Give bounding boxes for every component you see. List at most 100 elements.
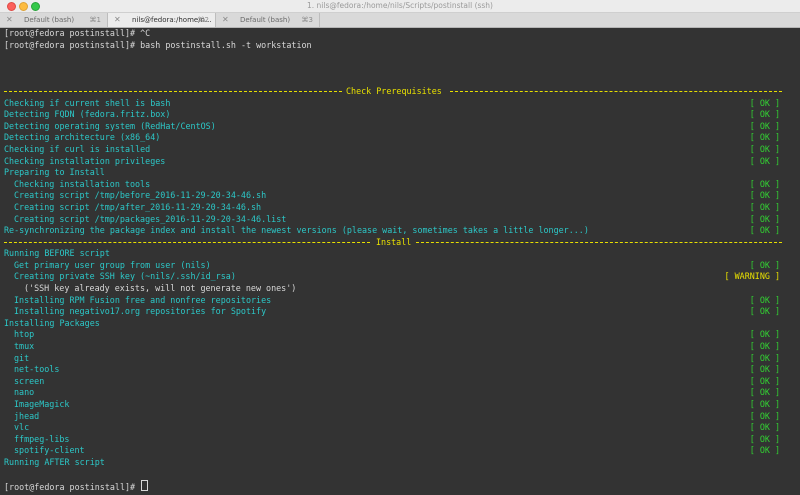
section-rule-prerequisites: Check Prerequisites (4, 85, 800, 98)
line-text: Preparing to Install (4, 167, 105, 178)
status-badge: [ OK ] (749, 213, 780, 224)
line-text: Creating private SSH key (~nils/.ssh/id_… (14, 271, 236, 282)
command-line: [root@fedora postinstall]# bash postinst… (4, 39, 312, 50)
terminal-line: Checking if current shell is bash [ OK ] (4, 98, 800, 110)
window-title: 1. nils@fedora:/home/nils/Scripts/postin… (307, 1, 493, 10)
terminal-line: Preparing to Install (4, 167, 800, 179)
terminal-line: Checking if curl is installed [ OK ] (4, 144, 800, 156)
section-title: Install (374, 236, 414, 249)
status-badge: [ OK ] (749, 306, 780, 317)
terminal-line: tmux [ OK ] (4, 341, 800, 353)
rule-left (4, 242, 370, 244)
line-text: jhead (14, 410, 40, 421)
rule-right (450, 91, 782, 93)
status-badge: [ OK ] (749, 375, 780, 386)
line-text: ImageMagick (14, 399, 70, 409)
tab-label: Default (bash) (240, 16, 291, 24)
line-text: ('SSH key already exists, will not gener… (24, 283, 297, 294)
line-text: tmux (14, 341, 35, 352)
rule-left (4, 91, 342, 93)
line-text: Re-synchronizing the package index and i… (4, 225, 589, 236)
line-text: Running BEFORE script (4, 248, 110, 259)
terminal-line: Installing Packages (4, 318, 800, 330)
terminal-line: Checking installation tools [ OK ] (4, 179, 800, 191)
line-text: Detecting FQDN (fedora.fritz.box) (4, 109, 171, 120)
tab-shortcut: ⌘2 (197, 16, 209, 24)
terminal-window: 1. nils@fedora:/home/nils/Scripts/postin… (0, 0, 800, 495)
terminal-line: spotify-client [ OK ] (4, 445, 800, 457)
line-text: screen (14, 375, 45, 386)
terminal-output[interactable]: [root@fedora postinstall]# ^C [root@fedo… (0, 28, 800, 495)
terminal-line: ('SSH key already exists, will not gener… (4, 283, 800, 295)
terminal-line: nano [ OK ] (4, 387, 800, 399)
terminal-line: jhead [ OK ] (4, 411, 800, 423)
status-badge: [ OK ] (749, 132, 780, 143)
status-badge: [ OK ] (749, 294, 780, 305)
terminal-line: Re-synchronizing the package index and i… (4, 225, 800, 237)
tab-2[interactable]: ✕ nils@fedora:/home/n... ⌘2 (108, 13, 216, 27)
line-text: net-tools (14, 364, 60, 375)
terminal-line: Creating script /tmp/before_2016-11-29-2… (4, 190, 800, 202)
terminal-line: Get primary user group from user (nils) … (4, 260, 800, 272)
status-badge: [ OK ] (749, 225, 780, 236)
tab-1[interactable]: ✕ Default (bash) ⌘1 (0, 13, 108, 27)
line-text: Get primary user group from user (nils) (14, 259, 211, 270)
terminal-line: screen [ OK ] (4, 376, 800, 388)
terminal-line: Checking installation privileges [ OK ] (4, 156, 800, 168)
line-text: Checking if current shell is bash (4, 97, 171, 108)
status-badge: [ OK ] (749, 410, 780, 421)
status-badge: [ OK ] (749, 387, 780, 398)
command-line: [root@fedora postinstall]# ^C (4, 28, 151, 38)
tab-label: Default (bash) (24, 16, 75, 24)
terminal-line: [root@fedora postinstall]# bash postinst… (4, 40, 800, 52)
line-text: Creating script /tmp/packages_2016-11-29… (14, 213, 287, 224)
terminal-line: ffmpeg-libs [ OK ] (4, 434, 800, 446)
status-badge: [ OK ] (749, 329, 780, 340)
status-badge: [ OK ] (749, 445, 780, 456)
terminal-line: net-tools [ OK ] (4, 364, 800, 376)
terminal-line: Creating private SSH key (~nils/.ssh/id_… (4, 271, 800, 283)
line-text: Installing negativo17.org repositories f… (14, 306, 267, 317)
status-badge: [ OK ] (749, 120, 780, 131)
terminal-line: vlc [ OK ] (4, 422, 800, 434)
tab-3[interactable]: ✕ Default (bash) ⌘3 (216, 13, 320, 27)
rule-right (416, 242, 782, 244)
line-text: Detecting operating system (RedHat/CentO… (4, 120, 216, 131)
terminal-line: Installing RPM Fusion free and nonfree r… (4, 295, 800, 307)
tab-shortcut: ⌘3 (301, 16, 313, 24)
status-badge: [ OK ] (749, 433, 780, 444)
warning-badge: [ WARNING ] (724, 271, 780, 282)
status-badge: [ OK ] (749, 155, 780, 166)
status-badge: [ OK ] (749, 178, 780, 189)
status-badge: [ OK ] (749, 364, 780, 375)
line-text: Installing Packages (4, 317, 100, 328)
close-icon[interactable]: ✕ (222, 13, 229, 27)
line-text: Checking installation privileges (4, 155, 166, 166)
line-text: git (14, 352, 30, 363)
status-badge: [ OK ] (749, 109, 780, 120)
status-badge: [ OK ] (749, 399, 780, 409)
line-text: ffmpeg-libs (14, 433, 70, 444)
terminal-line: git [ OK ] (4, 353, 800, 365)
terminal-line: Installing negativo17.org repositories f… (4, 306, 800, 318)
status-badge: [ OK ] (749, 259, 780, 270)
terminal-line: ImageMagick [ OK ] (4, 399, 800, 411)
terminal-line: Creating script /tmp/packages_2016-11-29… (4, 214, 800, 226)
prompt-line[interactable]: [root@fedora postinstall]# (4, 480, 800, 492)
line-text: Installing RPM Fusion free and nonfree r… (14, 294, 272, 305)
title-bar: 1. nils@fedora:/home/nils/Scripts/postin… (0, 0, 800, 13)
status-badge: [ OK ] (749, 190, 780, 201)
section-rule-install: Install (4, 236, 800, 249)
tab-shortcut: ⌘1 (89, 16, 101, 24)
close-icon[interactable]: ✕ (6, 13, 13, 27)
status-badge: [ OK ] (749, 352, 780, 363)
line-text: Detecting architecture (x86_64) (4, 132, 161, 143)
close-icon[interactable]: ✕ (114, 13, 121, 27)
status-badge: [ OK ] (749, 143, 780, 154)
line-text: Checking if curl is installed (4, 143, 151, 154)
line-text: nano (14, 387, 35, 398)
terminal-line: Running BEFORE script (4, 248, 800, 260)
status-badge: [ OK ] (749, 341, 780, 352)
status-badge: [ OK ] (749, 422, 780, 433)
line-text: Checking installation tools (14, 178, 151, 189)
